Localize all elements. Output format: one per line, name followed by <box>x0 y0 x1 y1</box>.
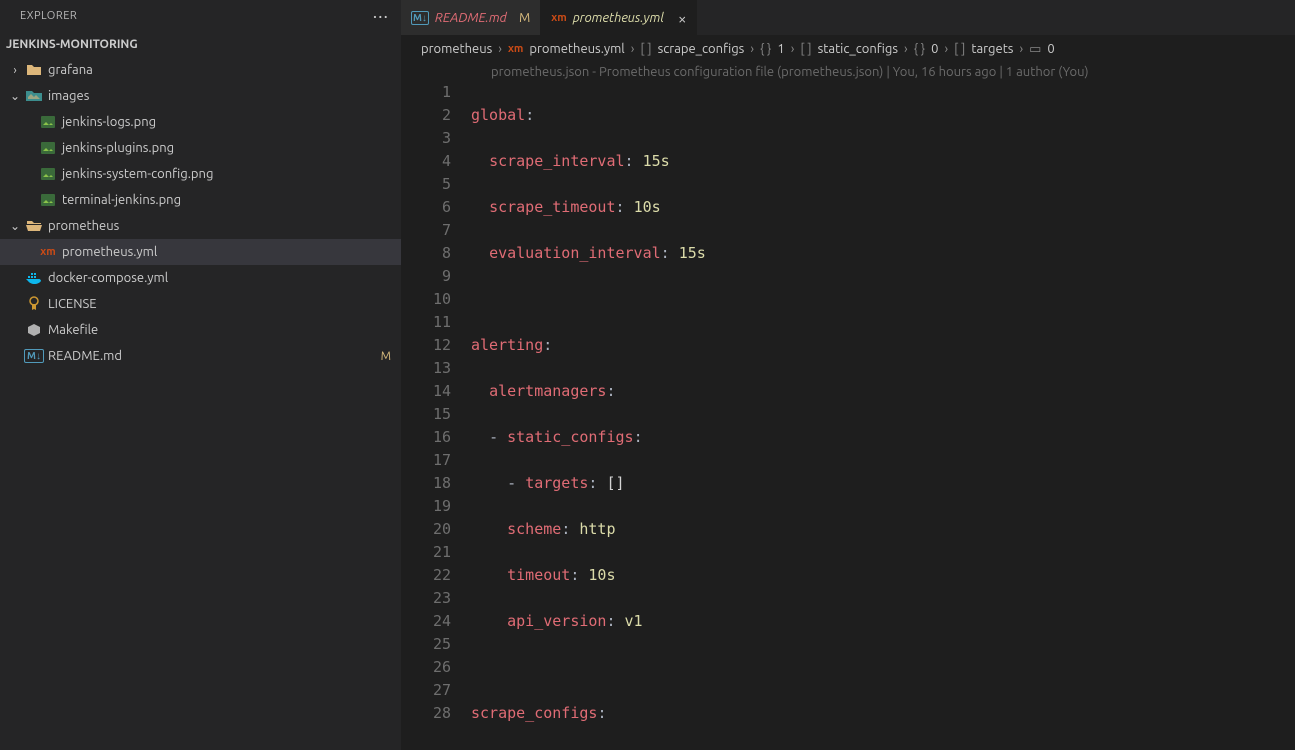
tree-file-readme[interactable]: M↓ README.md M <box>0 343 401 369</box>
tree-label: README.md <box>48 349 122 363</box>
tree-label: jenkins-plugins.png <box>62 141 174 155</box>
markdown-icon: M↓ <box>411 11 429 25</box>
line-gutter: 1234567891011121314151617181920212223242… <box>401 81 471 750</box>
chevron-down-icon: ⌄ <box>6 219 24 233</box>
tree-file-docker[interactable]: docker-compose.yml <box>0 265 401 291</box>
chevron-down-icon: ⌄ <box>6 89 24 103</box>
close-icon[interactable]: × <box>678 10 686 27</box>
tree-file[interactable]: jenkins-system-config.png <box>0 161 401 187</box>
chevron-right-icon: › <box>904 42 908 56</box>
tree-label: images <box>48 89 89 103</box>
file-tree: › grafana ⌄ images jenkins-logs.png jenk… <box>0 57 401 369</box>
code-area[interactable]: 1234567891011121314151617181920212223242… <box>401 81 1295 750</box>
breadcrumb[interactable]: prometheus › xm prometheus.yml › [ ]scra… <box>401 35 1295 63</box>
chevron-right-icon: › <box>631 42 635 56</box>
breadcrumb-item[interactable]: prometheus.yml <box>529 42 624 56</box>
breadcrumb-item[interactable]: targets <box>971 42 1013 56</box>
tree-file[interactable]: jenkins-logs.png <box>0 109 401 135</box>
docker-icon <box>24 271 44 285</box>
yaml-icon: xm <box>38 246 58 258</box>
yaml-icon: xm <box>551 12 566 24</box>
tree-folder-grafana[interactable]: › grafana <box>0 57 401 83</box>
editor-pane: M↓ README.md M xm prometheus.yml × prome… <box>401 0 1295 750</box>
tree-file[interactable]: jenkins-plugins.png <box>0 135 401 161</box>
tree-label: prometheus <box>48 219 119 233</box>
tree-label: grafana <box>48 63 93 77</box>
yaml-icon: xm <box>508 43 523 55</box>
image-icon <box>38 116 58 128</box>
breadcrumb-item[interactable]: static_configs <box>818 42 898 56</box>
tree-label: jenkins-logs.png <box>62 115 156 129</box>
modified-badge: M <box>381 350 391 363</box>
tab-prometheus[interactable]: xm prometheus.yml × <box>541 0 697 35</box>
chevron-right-icon: › <box>498 42 502 56</box>
breadcrumb-item[interactable]: prometheus <box>421 42 492 56</box>
git-lens-meta: prometheus.json - Prometheus configurati… <box>401 63 1295 81</box>
image-icon <box>38 142 58 154</box>
tab-label: README.md <box>435 11 507 25</box>
code-content[interactable]: global: scrape_interval: 15s scrape_time… <box>471 81 1295 750</box>
more-icon[interactable]: ··· <box>373 6 389 26</box>
tab-bar: M↓ README.md M xm prometheus.yml × <box>401 0 1295 35</box>
tree-folder-prometheus[interactable]: ⌄ prometheus <box>0 213 401 239</box>
chevron-right-icon: › <box>1019 42 1023 56</box>
explorer-sidebar: EXPLORER ··· JENKINS-MONITORING › grafan… <box>0 0 401 750</box>
tree-label: jenkins-system-config.png <box>62 167 213 181</box>
makefile-icon <box>24 323 44 337</box>
project-title[interactable]: JENKINS-MONITORING <box>0 32 401 57</box>
breadcrumb-item[interactable]: 0 <box>1047 42 1054 56</box>
chevron-right-icon: › <box>944 42 948 56</box>
tab-readme[interactable]: M↓ README.md M <box>401 0 541 35</box>
explorer-title: EXPLORER <box>20 10 77 22</box>
image-icon <box>38 168 58 180</box>
breadcrumb-item[interactable]: scrape_configs <box>658 42 745 56</box>
chevron-right-icon: › <box>791 42 795 56</box>
tree-file-prometheus-yml[interactable]: xm prometheus.yml <box>0 239 401 265</box>
folder-icon <box>24 63 44 77</box>
markdown-icon: M↓ <box>24 349 44 363</box>
folder-open-icon <box>24 219 44 233</box>
breadcrumb-item[interactable]: 0 <box>931 42 938 56</box>
tree-label: docker-compose.yml <box>48 271 168 285</box>
chevron-right-icon: › <box>6 64 24 77</box>
image-icon <box>38 194 58 206</box>
folder-images-icon <box>24 89 44 103</box>
license-icon <box>24 296 44 312</box>
breadcrumb-item[interactable]: 1 <box>777 42 784 56</box>
chevron-right-icon: › <box>750 42 754 56</box>
tree-label: prometheus.yml <box>62 245 157 259</box>
modified-indicator: M <box>519 11 530 25</box>
tree-label: terminal-jenkins.png <box>62 193 181 207</box>
tree-label: LICENSE <box>48 297 97 311</box>
tree-file-license[interactable]: LICENSE <box>0 291 401 317</box>
tree-folder-images[interactable]: ⌄ images <box>0 83 401 109</box>
tree-label: Makefile <box>48 323 98 337</box>
tree-file[interactable]: terminal-jenkins.png <box>0 187 401 213</box>
sidebar-header: EXPLORER ··· <box>0 0 401 32</box>
tab-label: prometheus.yml <box>573 11 664 25</box>
tree-file-makefile[interactable]: Makefile <box>0 317 401 343</box>
